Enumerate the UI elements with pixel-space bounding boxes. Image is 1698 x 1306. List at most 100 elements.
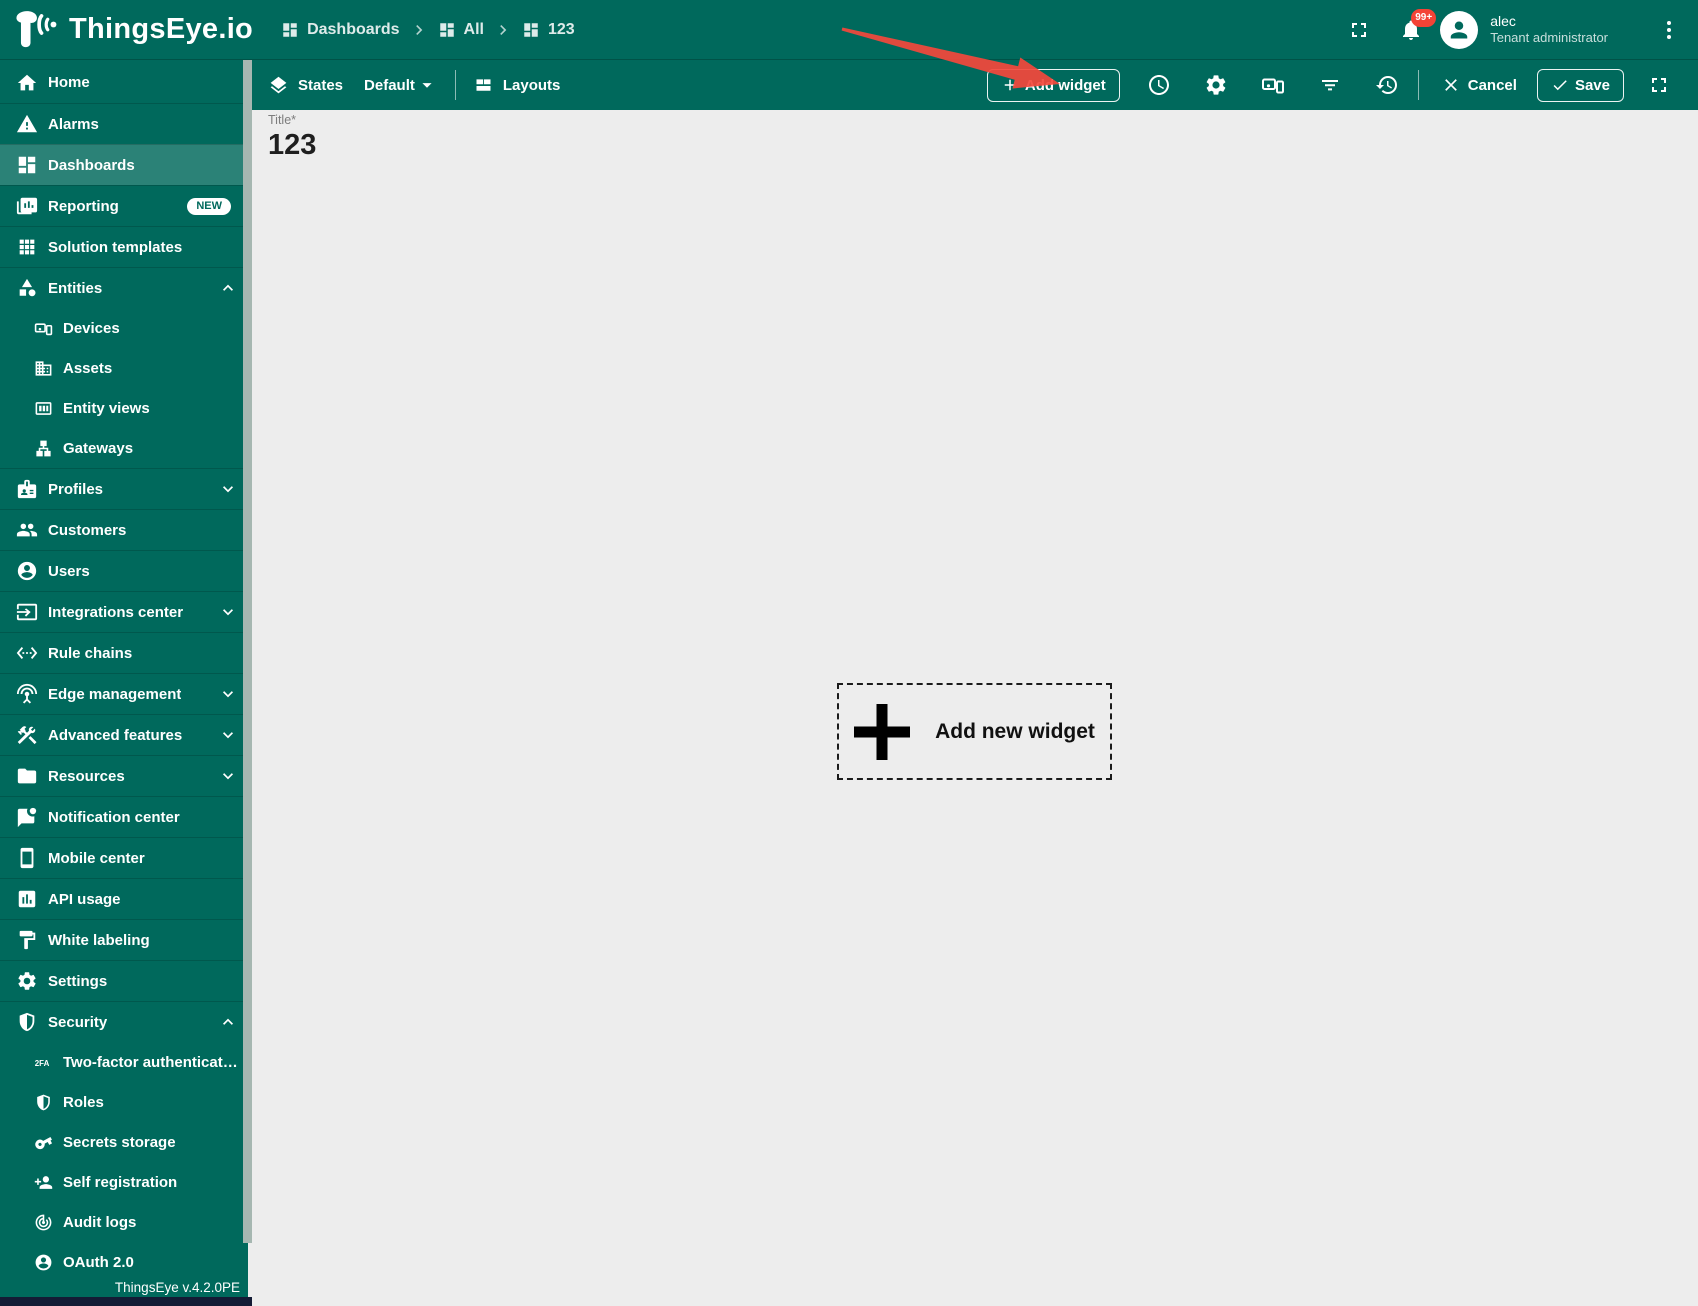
entity-aliases-button[interactable] (1260, 72, 1286, 98)
app-logo[interactable]: ThingsEye.io (10, 8, 253, 52)
dashboards-icon (281, 21, 299, 39)
sidebar-item-notification-center[interactable]: Notification center (0, 796, 248, 837)
states-label: States (298, 76, 344, 94)
toolbar-divider (454, 70, 456, 100)
sidebar-item-roles[interactable]: Roles (0, 1082, 248, 1122)
settings-gear-icon (1204, 73, 1228, 97)
sidebar-item-rule-chains[interactable]: Rule chains (0, 632, 248, 673)
add-icon (1001, 76, 1019, 94)
api-usage-icon (16, 888, 38, 910)
sidebar-scrollbar[interactable] (243, 60, 252, 1243)
state-select[interactable]: Default (364, 74, 438, 96)
chevron-down-icon (218, 684, 238, 704)
sidebar-item-customers[interactable]: Customers (0, 509, 248, 550)
self-registration-icon (34, 1173, 53, 1192)
sidebar: Home Alarms Dashboards Reporting NEW Solution… (0, 60, 248, 1306)
sidebar-item-label: Two-factor authenticati… (63, 1053, 238, 1071)
save-label: Save (1574, 76, 1610, 94)
title-field-value[interactable]: 123 (268, 129, 1698, 162)
time-window-button[interactable] (1146, 72, 1172, 98)
user-role: Tenant administrator (1490, 30, 1608, 46)
save-button[interactable]: Save (1536, 68, 1624, 102)
reporting-icon (16, 195, 38, 217)
sidebar-item-two-factor-authenticati[interactable]: 2FA Two-factor authenticati… (0, 1042, 248, 1082)
dashboard-title-field[interactable]: Title* 123 (248, 110, 1698, 162)
sidebar-item-label: Resources (48, 767, 125, 785)
secrets-storage-icon (34, 1133, 53, 1152)
topbar-right-cluster: 99+ alec Tenant administrator (1346, 8, 1682, 49)
sidebar-item-settings[interactable]: Settings (0, 960, 248, 1001)
sidebar-item-alarms[interactable]: Alarms (0, 103, 248, 144)
sidebar-item-home[interactable]: Home (0, 62, 248, 103)
sidebar-item-security[interactable]: Security (0, 1001, 248, 1042)
sidebar-item-edge-management[interactable]: Edge management (0, 673, 248, 714)
assets-icon (34, 359, 53, 378)
integrations-center-icon (16, 601, 38, 623)
sidebar-item-solution-templates[interactable]: Solution templates (0, 226, 248, 267)
breadcrumb-item-dashboards[interactable]: Dashboards (281, 21, 400, 39)
title-field-label: Title* (268, 113, 297, 127)
sidebar-item-gateways[interactable]: Gateways (0, 428, 248, 468)
add-widget-button[interactable]: Add widget (986, 68, 1120, 102)
sidebar-item-secrets-storage[interactable]: Secrets storage (0, 1122, 248, 1162)
thingseye-logo-icon (10, 8, 62, 52)
solution-templates-icon (16, 236, 38, 258)
person-icon (1444, 15, 1474, 45)
user-name: alec (1490, 12, 1516, 29)
sidebar-item-label: API usage (48, 890, 121, 908)
cancel-button[interactable]: Cancel (1437, 75, 1521, 95)
toolbar-fullscreen-button[interactable] (1646, 72, 1672, 98)
sidebar-item-audit-logs[interactable]: Audit logs (0, 1202, 248, 1242)
filter-button[interactable] (1317, 72, 1343, 98)
sidebar-item-dashboards[interactable]: Dashboards (0, 144, 248, 185)
layouts-label: Layouts (502, 76, 561, 94)
states-button[interactable]: States Default (268, 74, 438, 96)
sidebar-item-label: Entity views (63, 399, 150, 417)
sidebar-item-label: Reporting (48, 197, 119, 215)
breadcrumb-item-all[interactable]: All (438, 21, 484, 39)
sidebar-item-advanced-features[interactable]: Advanced features (0, 714, 248, 755)
sidebar-item-white-labeling[interactable]: White labeling (0, 919, 248, 960)
svg-text:2FA: 2FA (35, 1059, 50, 1068)
sidebar-item-oauth-2-0[interactable]: OAuth 2.0 (0, 1242, 248, 1282)
sidebar-item-reporting[interactable]: Reporting NEW (0, 185, 248, 226)
caret-down-icon (416, 74, 438, 96)
sidebar-item-integrations-center[interactable]: Integrations center (0, 591, 248, 632)
close-icon (1441, 75, 1461, 95)
users-icon (16, 560, 38, 582)
sidebar-item-api-usage[interactable]: API usage (0, 878, 248, 919)
more-options-button[interactable] (1656, 17, 1682, 43)
user-avatar[interactable] (1440, 10, 1479, 49)
sidebar-item-label: Alarms (48, 115, 99, 133)
dashboards-icon (522, 21, 540, 39)
add-new-widget-box[interactable]: Add new widget (837, 683, 1112, 780)
sidebar-item-self-registration[interactable]: Self registration (0, 1162, 248, 1202)
breadcrumb-item-123[interactable]: 123 (522, 21, 575, 39)
version-history-button[interactable] (1374, 72, 1400, 98)
sidebar-item-entity-views[interactable]: Entity views (0, 388, 248, 428)
fullscreen-icon (1347, 18, 1371, 42)
sidebar-item-profiles[interactable]: Profiles (0, 468, 248, 509)
settings-icon (16, 970, 38, 992)
profiles-icon (16, 478, 38, 500)
sidebar-item-label: Security (48, 1013, 108, 1031)
add-new-widget-label: Add new widget (935, 719, 1095, 743)
entity-views-icon (34, 399, 53, 418)
dashboards-icon (16, 154, 38, 176)
sidebar-item-label: Dashboards (48, 156, 135, 174)
layouts-button[interactable]: Layouts (473, 75, 561, 96)
sidebar-item-mobile-center[interactable]: Mobile center (0, 837, 248, 878)
sidebar-item-assets[interactable]: Assets (0, 348, 248, 388)
settings-gear-button[interactable] (1203, 72, 1229, 98)
toolbar-right-cluster: Add widget Cancel Save (986, 68, 1672, 102)
sidebar-item-devices[interactable]: Devices (0, 308, 248, 348)
filter-icon (1318, 73, 1342, 97)
sidebar-item-entities[interactable]: Entities (0, 267, 248, 308)
sidebar-item-users[interactable]: Users (0, 550, 248, 591)
entities-icon (16, 277, 38, 299)
alarms-icon (16, 113, 38, 135)
sidebar-nav: Home Alarms Dashboards Reporting NEW Solution… (0, 60, 248, 1282)
user-menu[interactable]: alec Tenant administrator (1490, 12, 1608, 47)
sidebar-item-resources[interactable]: Resources (0, 755, 248, 796)
fullscreen-toggle-button[interactable] (1346, 17, 1372, 43)
